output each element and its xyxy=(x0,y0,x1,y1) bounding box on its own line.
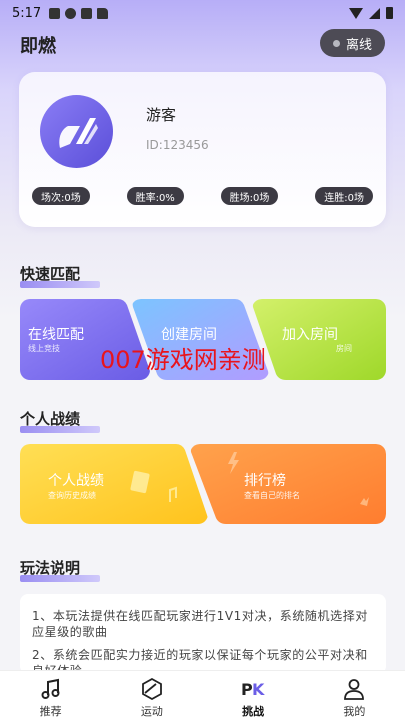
nav-item-recommend[interactable]: 推荐 xyxy=(0,671,101,720)
avatar[interactable] xyxy=(40,95,113,168)
online-status-button[interactable]: 离线 xyxy=(320,29,385,57)
section-title-rules: 玩法说明 xyxy=(20,557,100,582)
section-title-quick-match: 快速匹配 xyxy=(20,263,100,288)
section-title-records: 个人战绩 xyxy=(20,408,100,433)
stat-sessions: 场次:0场 xyxy=(32,187,90,205)
status-bar: 5:17 xyxy=(0,0,405,26)
section-title-text: 快速匹配 xyxy=(20,265,81,283)
settings-status-icon xyxy=(65,7,77,19)
svg-text:K: K xyxy=(252,680,265,699)
status-right xyxy=(349,7,393,19)
profile-card: 游客 ID:123456 场次:0场 胜率:0% 胜场:0场 连胜:0场 xyxy=(19,72,386,227)
personal-record-sub: 查询历史成绩 xyxy=(48,491,96,500)
nav-item-sport[interactable]: 运动 xyxy=(101,671,202,720)
online-match-label: 在线匹配 xyxy=(28,327,84,343)
status-time: 5:17 xyxy=(12,5,42,21)
logo-icon xyxy=(58,117,98,148)
section-title-text: 个人战绩 xyxy=(20,410,81,428)
battery-icon xyxy=(386,7,393,19)
leaderboard-card[interactable]: 排行榜 查看自己的排名 xyxy=(190,444,386,524)
bottom-nav: 推荐 运动 PK 挑战 我的 xyxy=(0,670,405,720)
join-room-card[interactable]: 加入房间 房间 xyxy=(252,299,386,380)
section-title-text: 玩法说明 xyxy=(20,559,81,577)
nav-label: 我的 xyxy=(343,705,366,718)
rules-box: 1、本玩法提供在线匹配玩家进行1V1对决，系统随机选择对应星级的歌曲 2、系统会… xyxy=(20,594,386,674)
stats-row: 场次:0场 胜率:0% 胜场:0场 连胜:0场 xyxy=(19,187,386,205)
nav-item-mine[interactable]: 我的 xyxy=(304,671,405,720)
stat-win-rate: 胜率:0% xyxy=(126,187,184,205)
watermark-text: 007游戏网亲测 xyxy=(100,346,266,374)
personal-record-label: 个人战绩 xyxy=(48,473,104,489)
person-icon xyxy=(341,677,367,701)
hexagon-icon xyxy=(139,677,165,701)
leaderboard-label: 排行榜 xyxy=(244,473,286,489)
music-note-icon xyxy=(38,677,64,701)
join-room-sub: 房间 xyxy=(336,344,352,353)
online-match-sub: 线上竞技 xyxy=(28,344,60,353)
stat-streak: 连胜:0场 xyxy=(315,187,373,205)
sd-card-icon xyxy=(97,7,109,19)
leaderboard-sub: 查看自己的排名 xyxy=(244,491,300,500)
signal-icon xyxy=(369,7,380,19)
online-status-label: 离线 xyxy=(345,37,372,53)
wifi-icon xyxy=(349,7,363,19)
status-dot-icon xyxy=(332,39,340,47)
personal-record-card[interactable]: 个人战绩 查询历史成绩 xyxy=(20,444,208,524)
nav-label: 挑战 xyxy=(242,705,265,718)
notification-icon xyxy=(49,7,61,19)
join-room-label: 加入房间 xyxy=(282,327,338,343)
card-background xyxy=(190,444,386,524)
username: 游客 xyxy=(146,106,177,124)
user-id: ID:123456 xyxy=(146,138,209,152)
app-status-icon xyxy=(81,7,93,19)
app-title: 即燃 xyxy=(20,36,56,57)
nav-item-challenge[interactable]: PK 挑战 xyxy=(203,671,304,720)
rule-item: 1、本玩法提供在线匹配玩家进行1V1对决，系统随机选择对应星级的歌曲 xyxy=(32,609,368,639)
stat-wins: 胜场:0场 xyxy=(220,187,279,205)
pk-icon: PK xyxy=(240,677,266,701)
nav-label: 推荐 xyxy=(39,705,62,718)
nav-label: 运动 xyxy=(140,705,163,718)
